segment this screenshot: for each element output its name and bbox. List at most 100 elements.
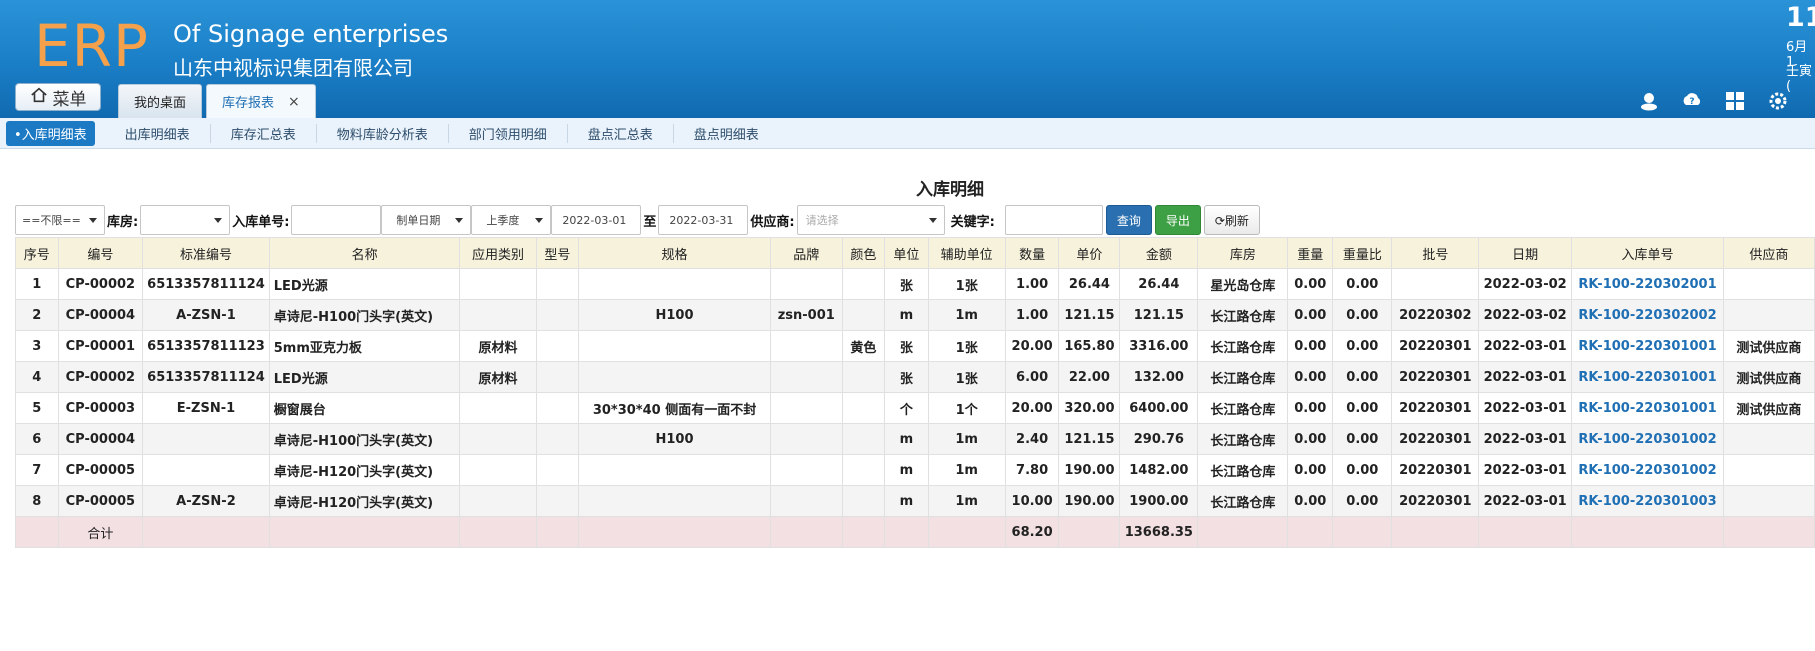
column-header[interactable]: 序号 [15, 237, 59, 269]
order-no-link[interactable]: RK-100-220301002 [1571, 423, 1724, 455]
column-header[interactable]: 库房 [1197, 237, 1289, 269]
warehouse-select[interactable] [140, 205, 231, 235]
table-cell [578, 454, 771, 486]
table-cell [578, 268, 771, 300]
tab-my-desktop[interactable]: 我的桌面 [118, 84, 203, 118]
table-cell [1722, 485, 1815, 517]
subnav-department-usage[interactable]: 部门领用明细 [449, 123, 568, 143]
column-header[interactable]: 重量比 [1332, 237, 1393, 269]
query-button[interactable]: 查询 [1105, 205, 1152, 235]
settings-icon[interactable] [1767, 90, 1789, 112]
column-header[interactable]: 标准编号 [142, 237, 270, 269]
header-toolbar: ? [1638, 90, 1789, 112]
order-no-link[interactable]: RK-100-220301002 [1571, 454, 1724, 486]
column-header[interactable]: 批号 [1391, 237, 1480, 269]
table-cell: 2022-03-02 [1478, 299, 1573, 331]
table-cell: 0.00 [1332, 423, 1393, 455]
table-cell: 1.00 [1004, 268, 1060, 300]
date-from-input[interactable]: 2022-03-01 [551, 205, 642, 235]
table-cell [769, 423, 843, 455]
order-no-link[interactable]: RK-100-220301001 [1571, 330, 1724, 362]
table-row[interactable]: 6 CP-00004 卓诗尼-H100门头字(英文) H100 m 1m 2.40 121.1… [15, 423, 1815, 455]
order-no-link[interactable]: RK-100-220302001 [1571, 268, 1724, 300]
table-cell: 0.00 [1287, 268, 1334, 300]
table-cell [535, 454, 580, 486]
subnav-stocktake-summary[interactable]: 盘点汇总表 [568, 123, 674, 143]
table-row[interactable]: 8 CP-00005 A-ZSN-2 卓诗尼-H120门头字(英文) m 1m 10.00 1… [15, 485, 1815, 517]
date-type-select[interactable]: 制单日期 [381, 205, 472, 235]
refresh-button[interactable]: ⟳刷新 [1203, 205, 1260, 235]
subnav-outbound-detail[interactable]: 出库明细表 [105, 123, 211, 143]
table-cell [769, 330, 843, 362]
order-no-input[interactable] [291, 205, 382, 235]
table-cell [535, 299, 580, 331]
column-header[interactable]: 重量 [1287, 237, 1334, 269]
order-no-link[interactable]: RK-100-220301003 [1571, 485, 1724, 517]
tab-inventory-report[interactable]: 库存报表 × [206, 84, 316, 118]
column-header[interactable]: 日期 [1478, 237, 1573, 269]
table-row[interactable]: 4 CP-00002 6513357811124 LED光源 原材料 张 1张 6.00 22.… [15, 361, 1815, 393]
column-header[interactable]: 型号 [535, 237, 580, 269]
subnav-inbound-detail[interactable]: •入库明细表 [6, 120, 95, 146]
column-header[interactable]: 应用类别 [459, 237, 537, 269]
column-header[interactable]: 入库单号 [1571, 237, 1724, 269]
column-header[interactable]: 规格 [578, 237, 771, 269]
table-cell [1197, 516, 1289, 548]
table-cell [841, 454, 886, 486]
table-cell [578, 516, 771, 548]
export-button[interactable]: 导出 [1154, 205, 1201, 235]
column-header[interactable]: 单位 [884, 237, 929, 269]
table-row[interactable]: 2 CP-00004 A-ZSN-1 卓诗尼-H100门头字(英文) H100 zsn-0… [15, 299, 1815, 331]
column-header[interactable]: 名称 [268, 237, 461, 269]
table-cell: 长江路仓库 [1197, 392, 1289, 424]
subnav-stocktake-detail[interactable]: 盘点明细表 [674, 124, 779, 143]
table-cell [841, 485, 886, 517]
total-label: 合计 [57, 516, 144, 548]
table-cell: 6513357811123 [142, 330, 270, 362]
order-no-link[interactable]: RK-100-220302002 [1571, 299, 1724, 331]
column-header[interactable]: 辅助单位 [927, 237, 1006, 269]
table-cell: 张 [884, 361, 929, 393]
column-header[interactable]: 品牌 [769, 237, 843, 269]
supplier-select[interactable]: 请选择 [796, 205, 945, 235]
date-to-input[interactable]: 2022-03-31 [658, 205, 749, 235]
table-cell: 1m [927, 299, 1006, 331]
column-header[interactable]: 数量 [1004, 237, 1060, 269]
table-cell: 0.00 [1332, 330, 1393, 362]
report-subnav: •入库明细表 出库明细表 库存汇总表 物料库龄分析表 部门领用明细 盘点汇总表 … [0, 118, 1815, 149]
table-cell: CP-00005 [57, 454, 144, 486]
menu-button[interactable]: 菜单 [15, 83, 101, 111]
table-row[interactable]: 5 CP-00003 E-ZSN-1 橱窗展台 30*30*40 侧面有一面不封个 1个 2… [15, 392, 1815, 424]
table-cell [459, 299, 537, 331]
table-cell: 1张 [927, 330, 1006, 362]
table-cell: 6.00 [1004, 361, 1060, 393]
subnav-inventory-summary[interactable]: 库存汇总表 [211, 123, 317, 143]
table-cell: 1m [927, 454, 1006, 486]
table-cell: 长江路仓库 [1197, 330, 1289, 362]
table-cell: CP-00002 [57, 361, 144, 393]
apps-icon[interactable] [1724, 90, 1746, 112]
user-icon[interactable] [1638, 90, 1660, 112]
close-icon[interactable]: × [288, 94, 300, 110]
order-no-label: 入库单号: [232, 214, 290, 230]
table-cell: 5 [15, 392, 59, 424]
table-cell [1478, 516, 1573, 548]
table-cell: 0.00 [1332, 268, 1393, 300]
table-cell: 1.00 [1004, 299, 1060, 331]
table-cell: 卓诗尼-H100门头字(英文) [268, 423, 461, 455]
column-header[interactable]: 编号 [57, 237, 144, 269]
column-header[interactable]: 金额 [1119, 237, 1199, 269]
column-header[interactable]: 单价 [1058, 237, 1121, 269]
table-row[interactable]: 7 CP-00005 卓诗尼-H120门头字(英文) m 1m 7.80 190.00 148… [15, 454, 1815, 486]
column-header[interactable]: 供应商 [1722, 237, 1815, 269]
order-no-link[interactable]: RK-100-220301001 [1571, 392, 1724, 424]
keyword-input[interactable] [1004, 205, 1103, 235]
period-select[interactable]: 上季度 [471, 205, 552, 235]
order-no-link[interactable]: RK-100-220301001 [1571, 361, 1724, 393]
column-header[interactable]: 颜色 [841, 237, 886, 269]
subnav-aging-analysis[interactable]: 物料库龄分析表 [317, 123, 449, 143]
table-row[interactable]: 3 CP-00001 6513357811123 5mm亚克力板 原材料 黄色张 1张 20.… [15, 330, 1815, 362]
table-row[interactable]: 1 CP-00002 6513357811124 LED光源张 1张 1.00 26.44 2… [15, 268, 1815, 300]
help-icon[interactable]: ? [1681, 90, 1703, 112]
scope-select[interactable]: ==不限== [15, 205, 105, 235]
